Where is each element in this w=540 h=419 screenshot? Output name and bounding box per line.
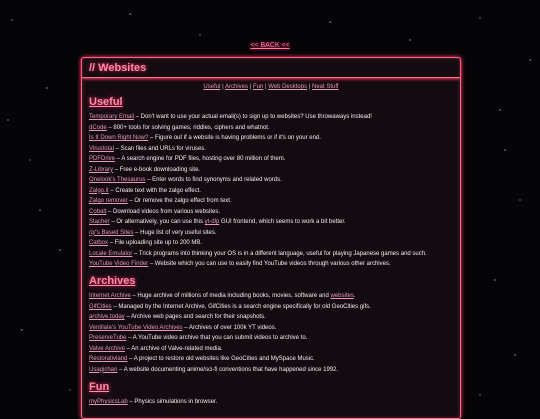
- site-link[interactable]: Locale Emulator: [89, 251, 132, 257]
- sections-container: Useful Temporary Email – Don't want to u…: [82, 96, 460, 408]
- page-title: // Websites: [82, 58, 460, 78]
- list-item: Onelook's Thesaurus – Enter words to fin…: [89, 175, 453, 186]
- nav-link-neat-stuff[interactable]: Neat Stuff: [312, 84, 339, 90]
- site-desc: – 800+ tools for solving games, riddles,…: [106, 124, 270, 131]
- nav-separator: |: [308, 84, 311, 90]
- list-item: PreserveTube – A YouTube video archive t…: [89, 333, 453, 344]
- section-heading: Useful: [89, 96, 123, 108]
- site-link[interactable]: Usagichan: [89, 367, 117, 373]
- site-desc: – Huge list of very useful sites.: [133, 229, 217, 236]
- site-desc: – A project to restore old websites like…: [127, 356, 315, 362]
- site-link[interactable]: GifCities: [89, 304, 112, 310]
- site-desc: – Or alternatively, you can use this: [109, 219, 205, 225]
- site-desc: – Free e-book downloading site.: [113, 166, 201, 173]
- back-link[interactable]: << BACK <<: [0, 42, 540, 49]
- list-item: Usagichan – A website documenting anime/…: [89, 365, 453, 376]
- site-desc: – A website documenting anime/sci-fi con…: [117, 366, 339, 373]
- site-link[interactable]: Stacher: [89, 219, 110, 225]
- site-desc: – Don't want to use your actual email(s)…: [134, 114, 372, 120]
- list-item: GifCities – Managed by the Internet Arch…: [89, 302, 453, 313]
- websites-panel: // Websites Useful | Archives | Fun | We…: [81, 57, 461, 419]
- site-link[interactable]: Is It Down Right Now?: [89, 135, 148, 141]
- nav-link-web-desktops[interactable]: Web Desktops: [268, 84, 307, 90]
- site-desc: – Create text with the zalgo effect.: [108, 187, 201, 194]
- list-item: Is It Down Right Now? – Figure out if a …: [89, 133, 453, 144]
- site-link[interactable]: Z-Library: [89, 167, 113, 173]
- site-link[interactable]: Catbox: [89, 240, 108, 246]
- site-link[interactable]: Zalgo remover: [89, 198, 128, 204]
- site-desc-tail: GUI frontend, which seems to work a bit …: [219, 219, 346, 225]
- site-link[interactable]: Virustotal: [89, 146, 114, 152]
- site-desc: – Scan files and URLs for viruses.: [113, 145, 206, 152]
- list-item: Stacher – Or alternatively, you can use …: [89, 217, 453, 228]
- list-item: Catbox – File uploading site up to 200 M…: [89, 238, 453, 249]
- nav-link-fun[interactable]: Fun: [253, 84, 263, 90]
- site-link[interactable]: archive.today: [89, 314, 125, 320]
- site-link-secondary[interactable]: yt-dlp: [205, 219, 220, 225]
- nav-link-useful[interactable]: Useful: [203, 84, 220, 90]
- site-desc: – Archives of over 100k YT videos.: [182, 324, 277, 331]
- list-item: Ventilate's YouTube Video Archives – Arc…: [89, 323, 453, 334]
- nav-separator: |: [222, 84, 224, 90]
- site-link[interactable]: dCode: [89, 125, 107, 131]
- site-desc: – A YouTube video archive that you can s…: [126, 335, 308, 341]
- nav-separator: |: [264, 84, 267, 90]
- site-desc: – An archive of Valve-related media.: [124, 345, 223, 352]
- site-desc: – Archive web pages and search for their…: [124, 314, 266, 320]
- list-item: Internet Archive – Huge archive of milli…: [89, 291, 453, 302]
- list-item: Valve Archive – An archive of Valve-rela…: [89, 344, 453, 355]
- list-item: Cobalt – Download videos from various we…: [89, 207, 453, 218]
- site-desc: – Enter words to find synonyms and relat…: [145, 177, 282, 183]
- section-nav: Useful | Archives | Fun | Web Desktops |…: [82, 84, 460, 90]
- list-item: Temporary Email – Don't want to use your…: [89, 112, 453, 123]
- site-link[interactable]: /g/'s Based Sites: [89, 230, 134, 236]
- site-desc: – A search engine for PDF files, hosting…: [115, 156, 286, 162]
- site-link[interactable]: Zalgo.it: [89, 188, 109, 194]
- list-item: Restorativland – A project to restore ol…: [89, 354, 453, 365]
- site-link[interactable]: Valve Archive: [89, 346, 125, 352]
- list-item: myPhysicsLab – Physics simulations in br…: [89, 397, 453, 408]
- list-item: archive.today – Archive web pages and se…: [89, 312, 453, 323]
- site-desc: – Managed by the Internet Archive, GifCi…: [111, 303, 371, 310]
- list-item: PDFDrive – A search engine for PDF files…: [89, 154, 453, 165]
- list-item: dCode – 800+ tools for solving games, ri…: [89, 123, 453, 134]
- site-link[interactable]: PreserveTube: [89, 335, 126, 341]
- site-desc: – File uploading site up to 200 MB.: [108, 240, 203, 246]
- site-desc: – Huge archive of millions of media incl…: [130, 293, 331, 299]
- section-heading: Fun: [89, 381, 110, 393]
- site-link[interactable]: Internet Archive: [89, 293, 131, 299]
- site-link[interactable]: YouTube Video Finder: [89, 261, 148, 267]
- site-desc: – Figure out if a website is having prob…: [148, 135, 321, 141]
- site-link[interactable]: Ventilate's YouTube Video Archives: [89, 325, 183, 331]
- site-link[interactable]: Temporary Email: [89, 114, 134, 120]
- section-heading: Archives: [89, 275, 136, 287]
- site-desc: – Download videos from various websites.: [106, 208, 221, 215]
- site-desc: – Website which you can use to easily fi…: [148, 260, 391, 267]
- nav-link-archives[interactable]: Archives: [225, 84, 248, 90]
- list-item: Z-Library – Free e-book downloading site…: [89, 165, 453, 176]
- list-item: Virustotal – Scan files and URLs for vir…: [89, 144, 453, 155]
- site-link[interactable]: myPhysicsLab: [89, 399, 128, 405]
- site-link[interactable]: PDFDrive: [89, 156, 115, 162]
- section-archives: Archives Internet Archive – Huge archive…: [89, 275, 453, 375]
- site-link-secondary[interactable]: websites: [330, 293, 353, 299]
- section-fun: Fun myPhysicsLab – Physics simulations i…: [89, 381, 453, 408]
- site-link[interactable]: Cobalt: [89, 209, 106, 215]
- site-desc: – Or remove the zalgo effect from text.: [127, 198, 232, 204]
- list-item: /g/'s Based Sites – Huge list of very us…: [89, 228, 453, 239]
- site-link[interactable]: Restorativland: [89, 356, 127, 362]
- section-useful: Useful Temporary Email – Don't want to u…: [89, 96, 453, 269]
- list-item: Locale Emulator – Trick programs into th…: [89, 250, 453, 258]
- list-item: Zalgo.it – Create text with the zalgo ef…: [89, 186, 453, 197]
- nav-separator: |: [249, 84, 252, 90]
- site-desc: – Trick programs into thinking your OS i…: [132, 250, 427, 257]
- site-desc-tail: .: [353, 293, 356, 299]
- site-link[interactable]: Onelook's Thesaurus: [89, 177, 145, 183]
- site-desc: – Physics simulations in browser.: [127, 399, 218, 405]
- list-item: Zalgo remover – Or remove the zalgo effe…: [89, 196, 453, 207]
- list-item: YouTube Video Finder – Website which you…: [89, 259, 453, 270]
